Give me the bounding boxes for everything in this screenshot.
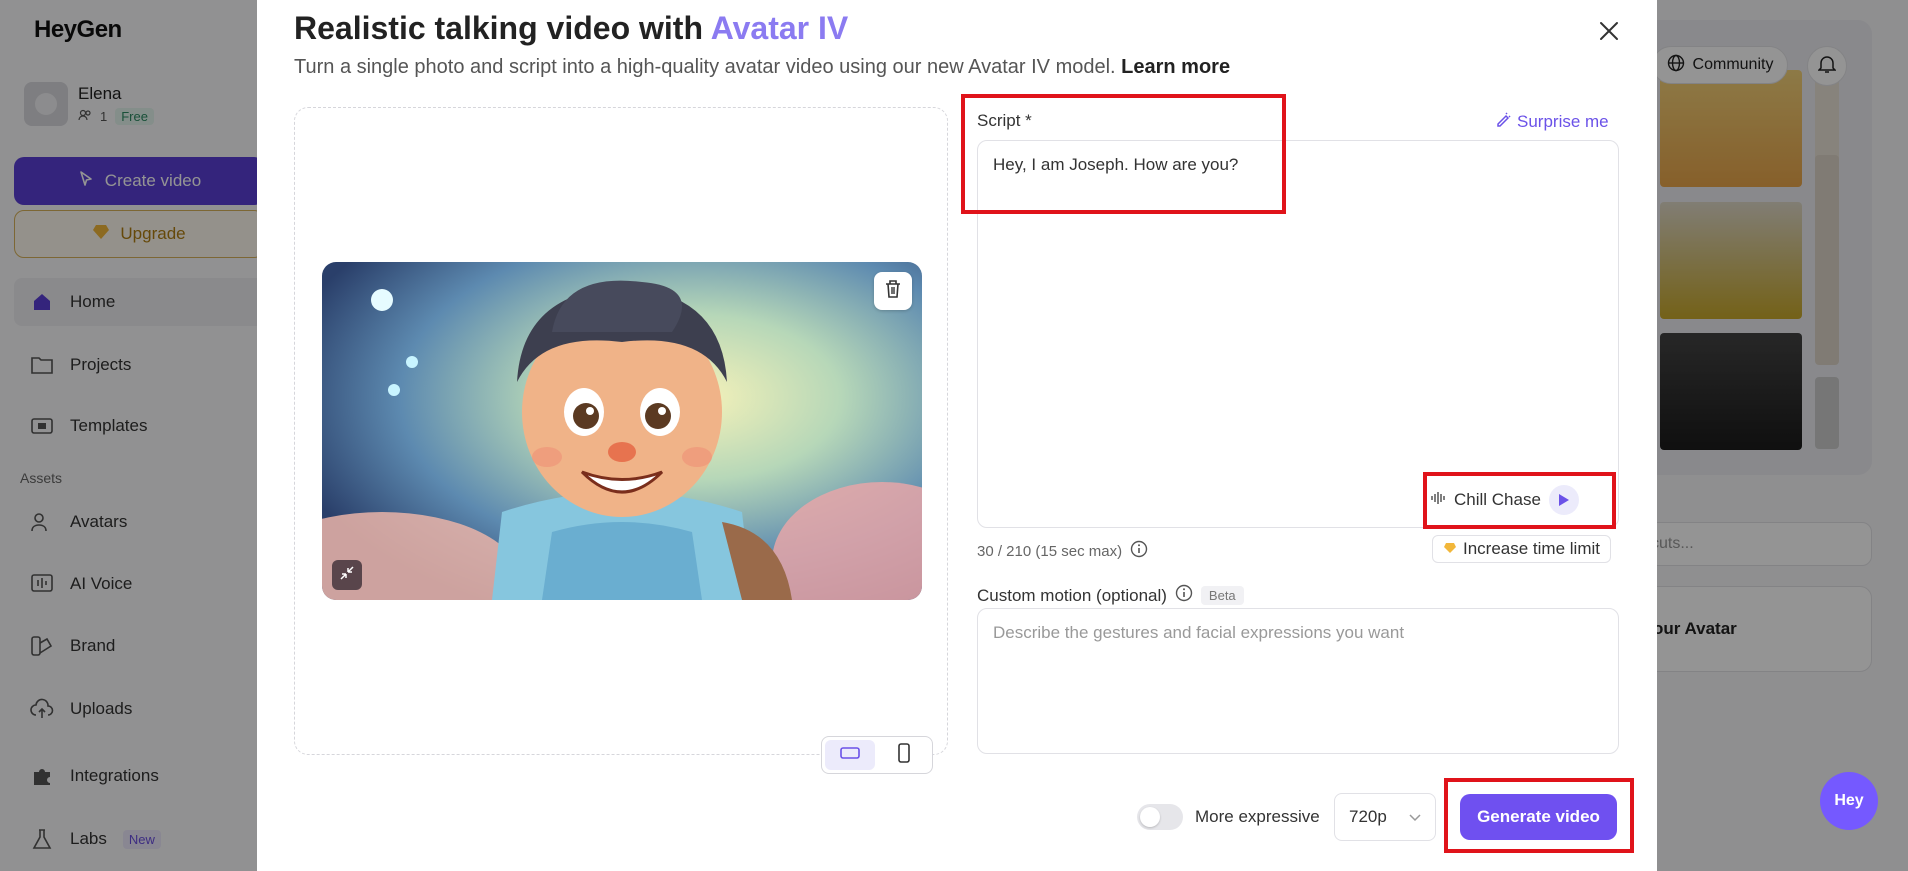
more-expressive-toggle-row: More expressive [1137,804,1320,830]
generate-video-button[interactable]: Generate video [1460,794,1617,840]
photo-upload-panel[interactable] [294,107,948,755]
landscape-button[interactable] [825,740,875,770]
diamond-icon [1443,539,1457,559]
resolution-select[interactable]: 720p [1334,793,1436,841]
modal-title: Realistic talking video with Avatar IV [294,10,848,47]
more-expressive-label: More expressive [1195,807,1320,826]
increase-time-limit-label: Increase time limit [1463,539,1600,558]
waveform-icon [1430,490,1446,511]
trash-icon [884,279,902,304]
info-icon[interactable] [1130,540,1148,562]
increase-time-limit-button[interactable]: Increase time limit [1432,535,1611,563]
script-textarea[interactable]: Hey, I am Joseph. How are you? [977,140,1619,528]
voice-name: Chill Chase [1454,490,1541,509]
custom-motion-input[interactable] [978,609,1618,753]
landscape-icon [840,746,860,765]
resolution-value: 720p [1349,807,1387,826]
avatar-illustration [322,262,922,600]
learn-more-link[interactable]: Learn more [1121,56,1230,78]
orientation-toggle [821,736,933,774]
script-label: Script * [977,111,1032,130]
subtitle-text: Turn a single photo and script into a hi… [294,56,1116,78]
beta-badge: Beta [1200,586,1244,605]
info-icon[interactable] [1175,584,1193,607]
close-button[interactable] [1594,18,1624,48]
play-icon [1558,494,1569,506]
magic-pen-icon [1495,111,1511,132]
close-icon [1598,20,1620,47]
surprise-me-button[interactable]: Surprise me [1495,111,1609,132]
character-count: 30 / 210 (15 sec max) [977,540,1148,562]
portrait-button[interactable] [879,740,929,770]
title-prefix: Realistic talking video with [294,10,711,46]
voice-selector[interactable]: Chill Chase [1430,482,1579,518]
character-count-text: 30 / 210 (15 sec max) [977,542,1123,560]
portrait-icon [897,742,911,768]
surprise-me-label: Surprise me [1517,111,1609,131]
custom-motion-field [977,608,1619,754]
collapse-icon [339,565,355,586]
play-voice-button[interactable] [1548,485,1579,515]
custom-motion-label: Custom motion (optional) Beta [977,584,1244,607]
chat-assistant-button[interactable]: Hey [1820,772,1878,830]
chevron-down-icon [1409,807,1421,827]
avatar-iv-modal: Realistic talking video with Avatar IV T… [257,0,1657,871]
delete-photo-button[interactable] [874,272,912,310]
title-accent: Avatar IV [710,10,849,46]
avatar-photo [322,262,922,600]
script-text: Hey, I am Joseph. How are you? [993,155,1239,174]
collapse-photo-button[interactable] [332,560,362,590]
more-expressive-switch[interactable] [1137,804,1183,830]
custom-motion-text: Custom motion (optional) [977,585,1167,605]
modal-subtitle: Turn a single photo and script into a hi… [294,56,1230,79]
